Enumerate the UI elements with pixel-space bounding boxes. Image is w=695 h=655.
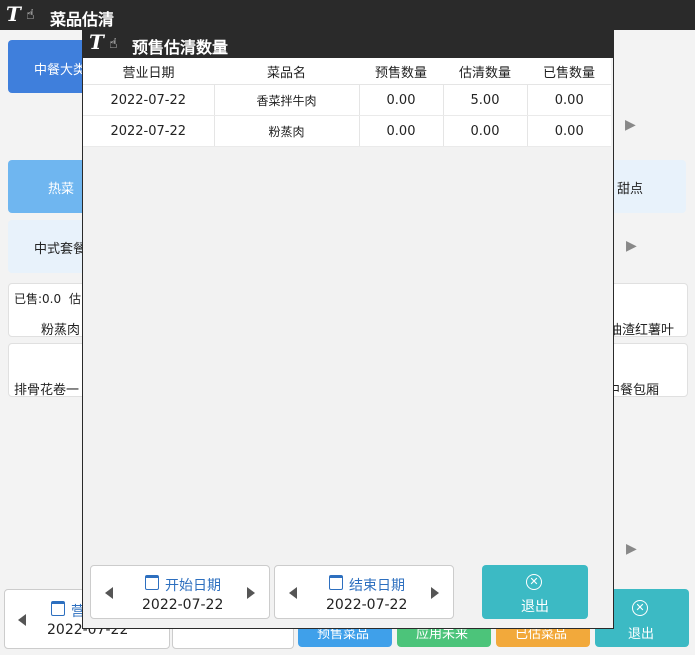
- cell-sold: 0.00: [527, 115, 611, 147]
- table-row[interactable]: 2022-07-22 香菜拌牛肉 0.00 5.00 0.00: [83, 84, 611, 116]
- start-date-calendar-icon: [145, 575, 159, 590]
- app-titlebar: T ☝ 菜品估清: [0, 0, 695, 30]
- col-presale-qty[interactable]: 预售数量: [359, 58, 443, 85]
- dish-estimate-label: 估: [69, 292, 82, 306]
- dialog-titlebar: T ☝ 预售估清数量: [83, 30, 613, 58]
- category-dessert-label: 甜点: [617, 182, 644, 197]
- cell-estimate: 5.00: [443, 84, 528, 116]
- cell-dish: 香菜拌牛肉: [214, 84, 360, 116]
- col-estimate-qty[interactable]: 估清数量: [443, 58, 527, 85]
- cell-presale: 0.00: [359, 115, 444, 147]
- dish-name-3: 排骨花卷一: [14, 383, 80, 398]
- bg-exit-label: 退出: [628, 627, 655, 642]
- presale-table: 营业日期 菜品名 预售数量 估清数量 已售数量 2022-07-22 香菜拌牛肉…: [83, 58, 611, 147]
- end-date-prev-icon[interactable]: [289, 587, 297, 599]
- dish-name-2: 油渣红薯叶: [609, 323, 675, 338]
- category-hot-label: 热菜: [48, 182, 75, 197]
- start-date-next-icon[interactable]: [247, 587, 255, 599]
- col-dish-name[interactable]: 菜品名: [214, 58, 359, 85]
- col-business-date[interactable]: 营业日期: [83, 58, 214, 85]
- dialog-logo: T: [89, 30, 104, 54]
- calendar-icon: [51, 601, 65, 616]
- end-date-picker[interactable]: 结束日期 2022-07-22: [274, 565, 454, 619]
- next-page-icon-3[interactable]: ▶: [626, 541, 637, 557]
- dialog-close-circle-icon: ✕: [526, 574, 542, 590]
- category-hot-button[interactable]: 热菜: [8, 160, 88, 213]
- category-main-button[interactable]: 中餐大类: [8, 40, 88, 93]
- category-set-button[interactable]: 中式套餐: [8, 220, 88, 273]
- dialog-hand-icon: ☝: [109, 36, 118, 52]
- cell-presale: 0.00: [359, 84, 444, 116]
- col-sold-qty[interactable]: 已售数量: [527, 58, 611, 85]
- prev-date-icon[interactable]: [18, 614, 26, 626]
- table-row[interactable]: 2022-07-22 粉蒸肉 0.00 0.00 0.00: [83, 115, 611, 147]
- start-date-label: 开始日期: [165, 578, 221, 594]
- end-date-label: 结束日期: [349, 578, 405, 594]
- end-date-calendar-icon: [329, 575, 343, 590]
- start-date-picker[interactable]: 开始日期 2022-07-22: [90, 565, 270, 619]
- cell-date: 2022-07-22: [83, 84, 215, 116]
- start-date-value: 2022-07-22: [142, 597, 224, 613]
- cell-date: 2022-07-22: [83, 115, 215, 147]
- next-page-icon-2[interactable]: ▶: [626, 238, 637, 254]
- category-main-label: 中餐大类: [34, 63, 87, 78]
- dish-card-1[interactable]: 已售:0.0 估 粉蒸肉: [8, 283, 90, 338]
- cell-sold: 0.00: [527, 84, 611, 116]
- dialog-title: 预售估清数量: [132, 38, 229, 57]
- hand-pointer-icon: ☝: [26, 7, 35, 23]
- end-date-value: 2022-07-22: [326, 597, 408, 613]
- dish-name-4: 中餐包厢: [607, 383, 660, 398]
- app-logo: T: [6, 2, 21, 26]
- dish-card-3[interactable]: 排骨花卷一: [8, 343, 90, 398]
- start-date-prev-icon[interactable]: [105, 587, 113, 599]
- close-circle-icon: ✕: [632, 600, 648, 616]
- dish-sold-label: 已售:0.0: [14, 292, 62, 306]
- dialog-exit-label: 退出: [521, 599, 549, 615]
- cell-estimate: 0.00: [443, 115, 528, 147]
- dialog-exit-button[interactable]: ✕ 退出: [482, 565, 588, 619]
- category-set-label: 中式套餐: [34, 242, 87, 257]
- end-date-next-icon[interactable]: [431, 587, 439, 599]
- cell-dish: 粉蒸肉: [214, 115, 360, 147]
- dish-name: 粉蒸肉: [41, 323, 81, 338]
- table-header: 营业日期 菜品名 预售数量 估清数量 已售数量: [83, 58, 611, 85]
- next-page-icon[interactable]: ▶: [625, 117, 636, 133]
- presale-estimate-dialog: T ☝ 预售估清数量 营业日期 菜品名 预售数量 估清数量 已售数量 2022-…: [82, 29, 614, 629]
- window-title: 菜品估清: [50, 10, 115, 29]
